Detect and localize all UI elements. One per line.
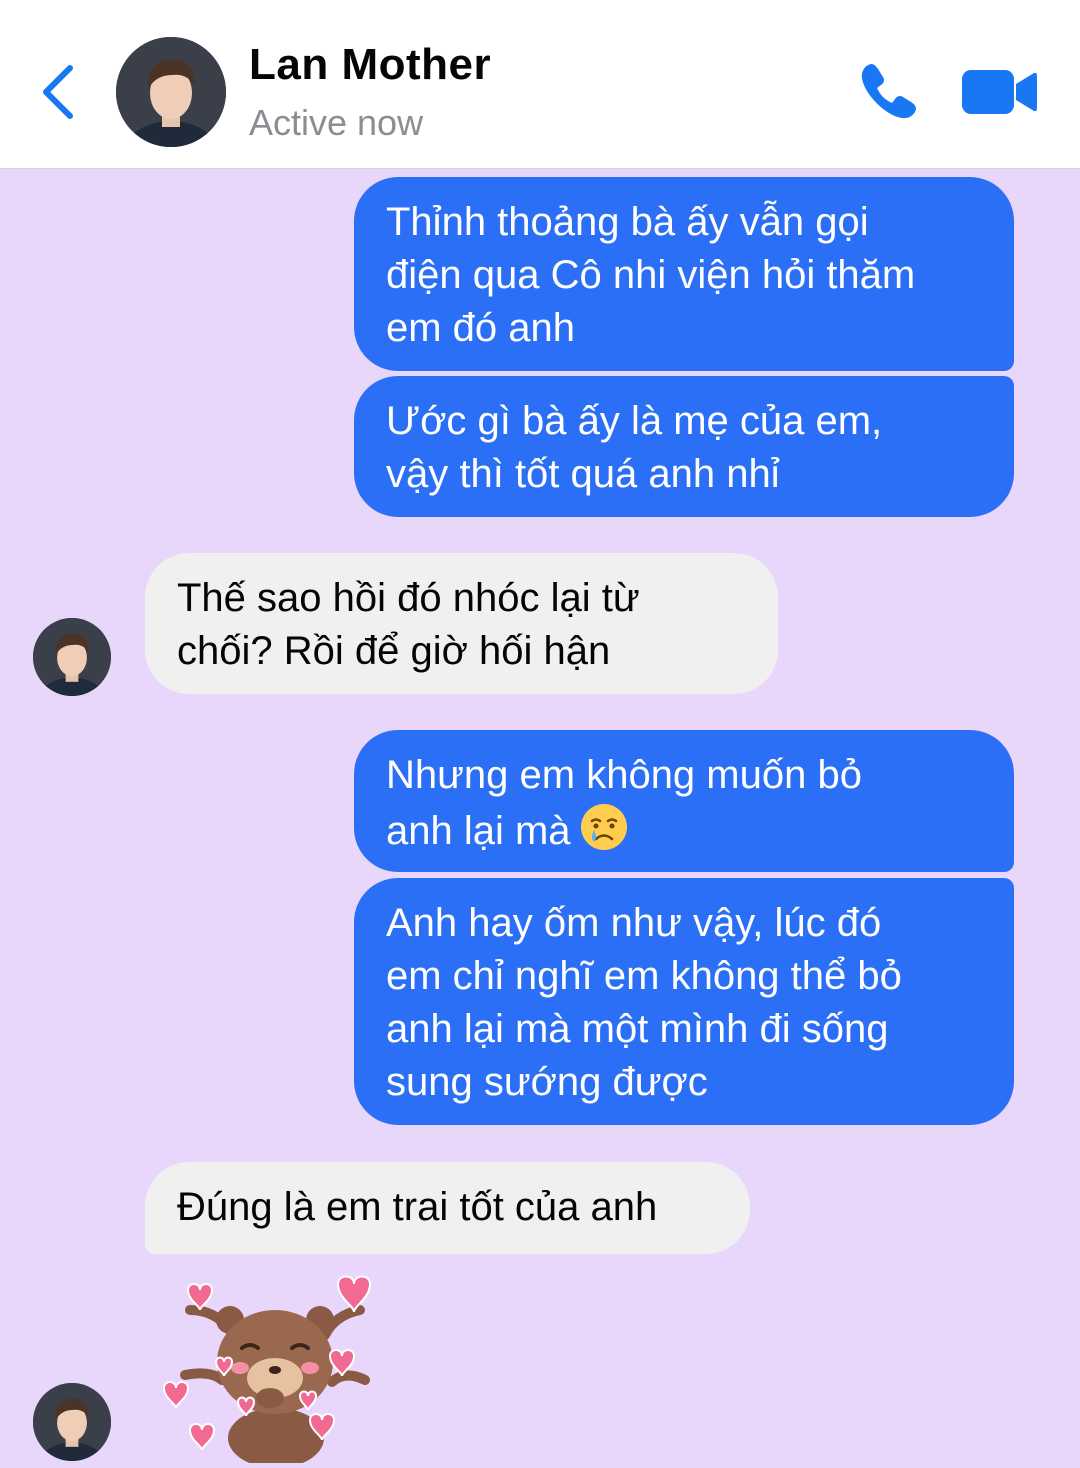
active-status: Active now <box>249 102 424 143</box>
outgoing-message[interactable]: Ước gì bà ấy là mẹ của em, vậy thì tốt q… <box>354 376 1014 517</box>
message-line: anh lại mà một mình đi sống <box>386 1007 889 1051</box>
message-line: điện qua Cô nhi viện hỏi thăm <box>386 253 916 297</box>
incoming-message[interactable]: Đúng là em trai tốt của anh <box>145 1162 750 1254</box>
message-line: chối? Rồi để giờ hối hận <box>177 629 611 673</box>
incoming-message[interactable]: Thế sao hồi đó nhóc lại từ chối? Rồi để … <box>145 553 778 694</box>
message-line: Thỉnh thoảng bà ấy vẫn gọi <box>386 200 869 244</box>
message-line: Ước gì bà ấy là mẹ của em, <box>386 399 883 443</box>
sender-avatar[interactable] <box>33 1383 111 1461</box>
crying-face-emoji-icon <box>580 804 627 850</box>
bear-sticker[interactable] <box>160 1270 392 1468</box>
contact-name[interactable]: Lan Mother <box>249 40 491 90</box>
chat-header: Lan Mother Active now <box>0 0 1080 169</box>
message-line: sung sướng được <box>386 1060 708 1104</box>
voice-call-button[interactable] <box>856 58 922 124</box>
message-line: Đúng là em trai tốt của anh <box>177 1185 658 1229</box>
video-camera-icon <box>962 70 1037 114</box>
back-chevron-icon <box>43 65 73 119</box>
back-button[interactable] <box>30 58 90 124</box>
message-line: Nhưng em không muốn bỏ <box>386 753 862 797</box>
message-line: em đó anh <box>386 306 576 350</box>
message-line: vậy thì tốt quá anh nhỉ <box>386 452 780 496</box>
phone-icon <box>861 64 916 119</box>
message-line: Anh hay ốm như vậy, lúc đó <box>386 901 882 945</box>
outgoing-message[interactable]: Nhưng em không muốn bỏ anh lại mà <box>354 730 1014 872</box>
outgoing-message[interactable]: Thỉnh thoảng bà ấy vẫn gọi điện qua Cô n… <box>354 177 1014 371</box>
sender-avatar[interactable] <box>33 618 111 696</box>
message-line: anh lại mà <box>386 802 982 858</box>
video-call-button[interactable] <box>958 64 1040 120</box>
message-line: Thế sao hồi đó nhóc lại từ <box>177 576 640 620</box>
outgoing-message[interactable]: Anh hay ốm như vậy, lúc đó em chỉ nghĩ e… <box>354 878 1014 1125</box>
message-line: em chỉ nghĩ em không thể bỏ <box>386 954 902 998</box>
contact-avatar[interactable] <box>116 37 226 147</box>
